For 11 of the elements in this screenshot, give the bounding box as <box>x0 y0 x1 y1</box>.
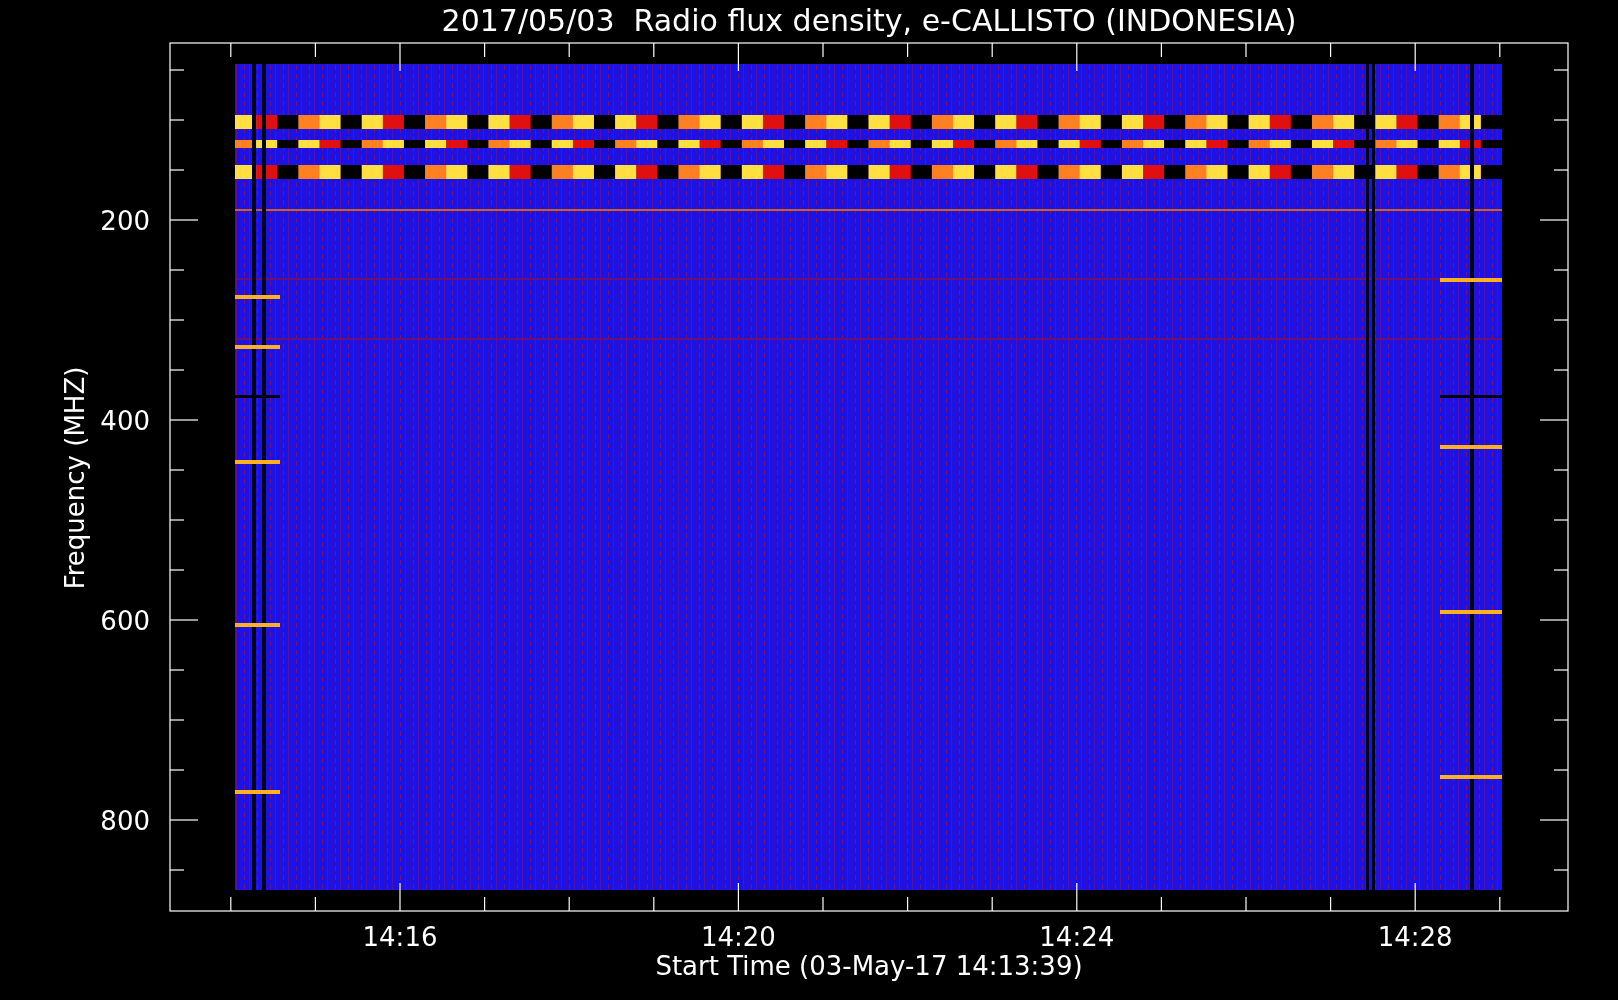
axis-label: Start Time (03-May-17 14:13:39) <box>655 951 1083 981</box>
axis-label: Frequency (MHZ) <box>60 366 90 590</box>
tick-label: 200 <box>100 206 150 236</box>
tick-label: 800 <box>100 806 150 836</box>
tick-label: 400 <box>100 406 150 436</box>
tick-label: 14:28 <box>1377 922 1453 952</box>
tick-label: 14:16 <box>362 922 438 952</box>
tick-label: 14:20 <box>700 922 776 952</box>
tick-label: 600 <box>100 606 150 636</box>
chart-title: 2017/05/03 Radio flux density, e-CALLISTO (INDONESIA) <box>441 3 1297 38</box>
tick-label: 14:24 <box>1039 922 1115 952</box>
